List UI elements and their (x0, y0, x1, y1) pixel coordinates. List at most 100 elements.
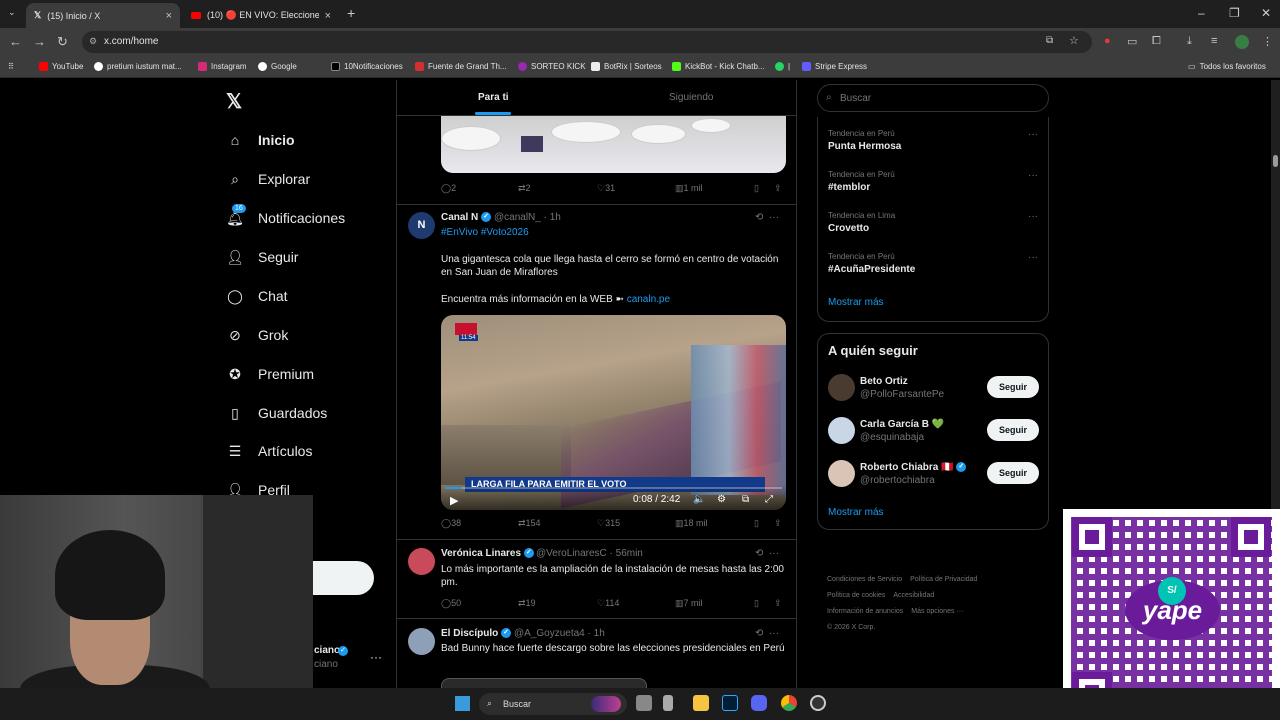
tweet-handle[interactable]: @A_Goyzueta4 · 1h (514, 628, 605, 639)
tweet-video[interactable]: 11:54 LARGA FILA PARA EMITIR EL VOTO ▶ 0… (441, 315, 786, 510)
avatar-el-discipulo[interactable] (408, 628, 435, 655)
bookmark-sorteo-kick[interactable]: SORTEO KICK (518, 62, 586, 71)
like-icon[interactable]: ♡ 315 (597, 518, 620, 529)
profile-name[interactable]: ciano (314, 645, 340, 656)
new-tab-button[interactable]: + (347, 5, 355, 21)
bookmark-pretium[interactable]: pretium iustum mat... (94, 62, 182, 71)
extension-red-icon[interactable]: ● (1104, 35, 1111, 47)
grok-icon[interactable]: ⟲ (755, 212, 763, 223)
repost-icon[interactable]: ⇄ 2 (518, 183, 531, 194)
follow-button[interactable]: Seguir (987, 419, 1039, 441)
trend-item[interactable]: Tendencia en Lima Crovetto ··· (828, 211, 1043, 234)
nav-item-articles[interactable]: ☰ Artículos (226, 438, 313, 464)
close-window-icon[interactable]: ✕ (1261, 6, 1271, 20)
follow-button[interactable]: Seguir (987, 376, 1039, 398)
x-logo-icon[interactable]: 𝕏 (226, 89, 242, 114)
follow-button[interactable]: Seguir (987, 462, 1039, 484)
address-bar[interactable]: ⚙ x.com/home ⧉ ☆ (82, 31, 1092, 53)
pip-icon[interactable]: ⧉ (742, 494, 749, 505)
chrome-icon[interactable] (781, 695, 797, 711)
obs-icon[interactable] (810, 695, 826, 711)
volume-icon[interactable]: 🔈 (693, 494, 705, 505)
tweet-handle[interactable]: @canalN_ · 1h (494, 212, 561, 223)
tab-search-icon[interactable]: ⌄ (8, 7, 16, 18)
follow-suggestion[interactable]: Beto Ortiz @PolloFarsantePe Seguir (828, 374, 1043, 404)
tweet-link[interactable]: canaln.pe (627, 294, 670, 305)
bookmark-fuente[interactable]: Fuente de Grand Th... (415, 62, 507, 71)
trend-item[interactable]: Tendencia en Perú Punta Hermosa ··· (828, 129, 1043, 152)
bookmark-kickbot[interactable]: KickBot - Kick Chatb... (672, 62, 765, 71)
puzzle-icon[interactable]: ⧠ (1152, 35, 1161, 48)
media-control-icon[interactable]: ≡ (1211, 35, 1217, 47)
more-icon[interactable]: ··· (1028, 211, 1038, 222)
browser-tab-youtube[interactable]: (10) 🔴 EN VIVO: Elecciones Ge × (183, 3, 339, 28)
minimize-icon[interactable]: – (1198, 6, 1205, 20)
profile-avatar-icon[interactable] (1235, 35, 1249, 49)
tweet-author[interactable]: Canal N ✓ (441, 212, 492, 223)
bookmark-instagram[interactable]: Instagram (198, 62, 247, 71)
discord-icon[interactable] (751, 695, 767, 711)
account-more-icon[interactable]: ··· (370, 650, 382, 664)
trend-item[interactable]: Tendencia en Perú #AcuñaPresidente ··· (828, 252, 1043, 275)
bookmark-10notif[interactable]: 10Notificaciones (331, 62, 403, 71)
more-icon[interactable]: ··· (769, 548, 779, 559)
nav-item-search[interactable]: ⌕ Explorar (226, 166, 310, 192)
tab-siguiendo[interactable]: Siguiendo (669, 92, 713, 103)
bookmark-youtube[interactable]: YouTube (39, 62, 83, 71)
video-progress[interactable] (445, 487, 782, 489)
close-tab-icon[interactable]: × (166, 10, 172, 22)
share-icon[interactable]: ⇪ (774, 183, 782, 194)
trends-show-more[interactable]: Mostrar más (828, 297, 884, 308)
reply-icon[interactable]: ◯ 50 (441, 598, 461, 609)
fullscreen-icon[interactable]: ⤢ (765, 494, 773, 505)
trend-item[interactable]: Tendencia en Perú #temblor ··· (828, 170, 1043, 193)
nav-item-grok[interactable]: ⊘ Grok (226, 322, 288, 348)
share-icon[interactable]: ⇪ (774, 518, 782, 529)
task-view-icon[interactable] (636, 695, 652, 711)
tweet-card-preview[interactable] (441, 678, 647, 688)
footer-link[interactable]: Condiciones de Servicio (827, 576, 902, 583)
restore-icon[interactable]: ❐ (1229, 6, 1240, 20)
reply-icon[interactable]: ◯ 38 (441, 518, 461, 529)
views-icon[interactable]: ▥ 7 mil (675, 598, 703, 609)
nav-item-person-add[interactable]: 👤︎ Seguir (226, 244, 298, 270)
follow-show-more[interactable]: Mostrar más (828, 507, 884, 518)
reply-icon[interactable]: ◯ 2 (441, 183, 456, 194)
download-icon[interactable]: ⤓ (1187, 35, 1192, 48)
repost-icon[interactable]: ⇄ 19 (518, 598, 536, 609)
like-icon[interactable]: ♡ 114 (597, 598, 619, 609)
photoshop-icon[interactable] (722, 695, 738, 711)
cast-icon[interactable]: ⧉ (1046, 35, 1053, 46)
footer-link[interactable]: Política de cookies (827, 592, 885, 599)
bookmarks-folder[interactable]: ▭ Todos los favoritos (1188, 62, 1266, 71)
more-icon[interactable]: ··· (1028, 170, 1038, 181)
avatar[interactable] (828, 417, 855, 444)
bookmark-whatsapp[interactable]: | (775, 62, 790, 71)
tweet-author[interactable]: El Discípulo ✓ (441, 628, 512, 639)
more-icon[interactable]: ··· (1028, 129, 1038, 140)
tweet-hashtags[interactable]: #EnVivo #Voto2026 (441, 226, 789, 239)
footer-link[interactable]: Política de Privacidad (910, 576, 977, 583)
more-icon[interactable]: ··· (769, 212, 779, 223)
scrollbar-thumb[interactable] (1273, 155, 1278, 167)
bookmark-icon[interactable]: ▯ (754, 518, 759, 529)
like-icon[interactable]: ♡ 31 (597, 183, 615, 194)
avatar[interactable] (828, 460, 855, 487)
bookmark-icon[interactable]: ▯ (754, 598, 759, 609)
menu-icon[interactable]: ⋮ (1262, 35, 1273, 48)
views-icon[interactable]: ▥ 1 mil (675, 183, 703, 194)
forward-icon[interactable]: → (33, 34, 46, 49)
folder-icon[interactable] (693, 695, 709, 711)
footer-link[interactable]: Información de anuncios (827, 608, 903, 615)
repost-icon[interactable]: ⇄ 154 (518, 518, 541, 529)
nav-item-bell[interactable]: 🔔︎ 16 Notificaciones (226, 204, 345, 231)
tweet-author[interactable]: Verónica Linares ✓ (441, 548, 534, 559)
avatar[interactable] (828, 374, 855, 401)
grok-icon[interactable]: ⟲ (755, 548, 763, 559)
extension-icon[interactable]: ▭ (1127, 35, 1137, 48)
tweet-handle[interactable]: @VeroLinaresC · 56min (536, 548, 643, 559)
avatar-veronica[interactable] (408, 548, 435, 575)
more-icon[interactable]: ··· (1028, 252, 1038, 263)
back-icon[interactable]: ← (9, 34, 22, 49)
bookmark-botrix[interactable]: BotRix | Sorteos (591, 62, 662, 71)
